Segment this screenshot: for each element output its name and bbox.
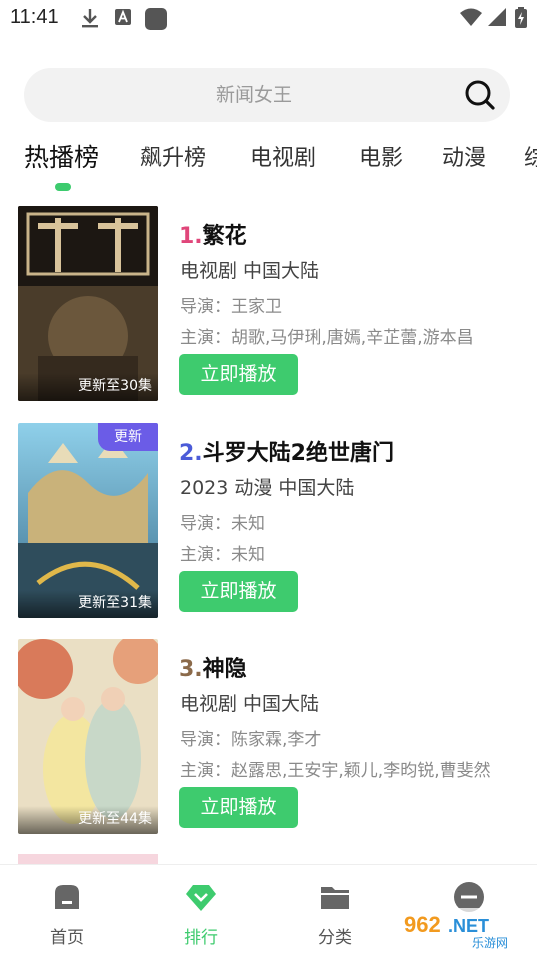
item-title[interactable]: 2.斗罗大陆2绝世唐门: [179, 435, 394, 467]
rank-number: 3.: [179, 657, 203, 682]
download-icon: [80, 7, 100, 33]
home-icon: [51, 881, 83, 913]
poster-image[interactable]: 更新至44集: [18, 639, 158, 834]
item-title[interactable]: 1.繁花: [179, 218, 247, 250]
tab-movie[interactable]: 电影: [359, 140, 403, 172]
item-cast: 主演：胡歌,马伊琍,唐嫣,辛芷蕾,游本昌: [180, 328, 474, 348]
diamond-rank-icon: [185, 881, 217, 913]
svg-text:.NET: .NET: [448, 916, 489, 936]
list-item[interactable]: 更新 更新至31集 2.斗罗大陆2绝世唐门 2023 动漫 中国大陆 导演：未知…: [0, 423, 537, 623]
play-button[interactable]: 立即播放: [179, 354, 298, 395]
watermark-logo: 962 .NET 乐游网: [398, 908, 530, 950]
item-director: 导演：陈家霖,李才: [180, 730, 322, 750]
signal-icon: [487, 7, 507, 31]
title-text: 斗罗大陆2绝世唐门: [202, 441, 394, 466]
poster-image[interactable]: 更新 更新至31集: [18, 423, 158, 618]
nav-home[interactable]: 首页: [27, 865, 107, 956]
play-button[interactable]: 立即播放: [179, 571, 298, 612]
nav-category[interactable]: 分类: [295, 865, 375, 956]
rank-number: 2.: [179, 441, 203, 466]
svg-text:962: 962: [404, 912, 441, 937]
poster-image[interactable]: 更新至30集: [18, 206, 158, 401]
item-meta: 电视剧 中国大陆: [180, 693, 320, 715]
item-director: 导演：王家卫: [180, 297, 282, 317]
folder-icon: [319, 881, 351, 913]
item-meta: 2023 动漫 中国大陆: [180, 477, 355, 499]
font-a-icon: [114, 7, 132, 31]
play-button[interactable]: 立即播放: [179, 787, 298, 828]
update-status: 更新至44集: [78, 811, 152, 827]
item-cast: 主演：未知: [180, 545, 265, 565]
nav-label: 首页: [50, 928, 84, 948]
battery-charging-icon: [514, 7, 528, 33]
search-input[interactable]: [24, 68, 464, 122]
wifi-icon: [460, 7, 482, 31]
item-title[interactable]: 3.神隐: [179, 651, 247, 683]
new-badge: 更新: [98, 423, 158, 451]
update-status: 更新至30集: [78, 378, 152, 394]
rank-number: 1.: [179, 224, 203, 249]
item-cast: 主演：赵露思,王安宇,颖儿,李昀锐,曹斐然: [180, 761, 491, 781]
search-bar[interactable]: [24, 68, 510, 122]
nav-label: 排行: [184, 928, 218, 948]
update-status: 更新至31集: [78, 595, 152, 611]
category-tabs: 热播榜 飙升榜 电视剧 电影 动漫 综: [0, 136, 537, 196]
nav-rank[interactable]: 排行: [161, 865, 241, 956]
tab-variety[interactable]: 综: [524, 140, 537, 172]
tab-indicator: [55, 183, 71, 191]
item-meta: 电视剧 中国大陆: [180, 260, 320, 282]
item-director: 导演：未知: [180, 514, 265, 534]
tab-rising[interactable]: 飙升榜: [140, 140, 206, 172]
nav-label: 分类: [318, 928, 352, 948]
svg-text:乐游网: 乐游网: [472, 936, 508, 950]
search-icon[interactable]: [464, 79, 496, 111]
title-text: 神隐: [202, 657, 247, 682]
list-item[interactable]: 更新至30集 1.繁花 电视剧 中国大陆 导演：王家卫 主演：胡歌,马伊琍,唐嫣…: [0, 206, 537, 406]
tab-hot[interactable]: 热播榜: [24, 138, 99, 174]
status-time: 11:41: [10, 6, 59, 28]
title-text: 繁花: [202, 224, 247, 249]
tab-tv[interactable]: 电视剧: [250, 140, 316, 172]
status-bar: 11:41: [0, 0, 537, 38]
tab-anime[interactable]: 动漫: [442, 140, 486, 172]
list-item[interactable]: 更新至44集 3.神隐 电视剧 中国大陆 导演：陈家霖,李才 主演：赵露思,王安…: [0, 639, 537, 839]
app-square-icon: [144, 7, 168, 35]
